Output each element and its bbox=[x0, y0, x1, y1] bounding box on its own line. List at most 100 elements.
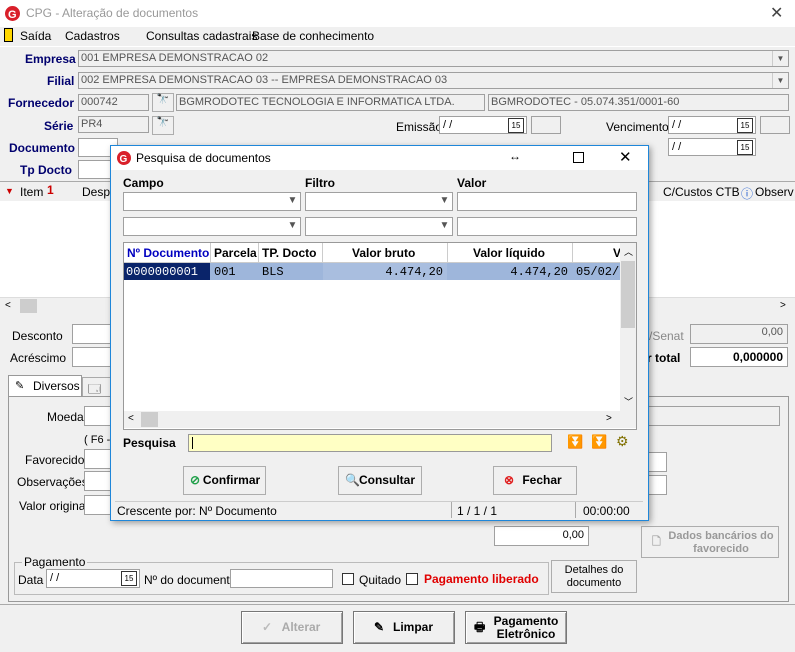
title-bar: G CPG - Alteração de documentos ✕ bbox=[0, 0, 795, 27]
pesquisa-input[interactable] bbox=[188, 434, 552, 452]
close-icon[interactable]: ✕ bbox=[770, 3, 783, 23]
valor-input-1[interactable] bbox=[457, 192, 637, 211]
valor-original-field[interactable] bbox=[84, 495, 112, 515]
valor-label: Valor bbox=[457, 176, 487, 190]
menu-bar: Saída Cadastros Consultas cadastrais Bas… bbox=[0, 27, 795, 47]
fornecedor-label: Fornecedor bbox=[8, 96, 75, 110]
svg-text:G: G bbox=[120, 154, 128, 165]
acrescimo-field[interactable] bbox=[72, 347, 112, 367]
desconto-label: Desconto bbox=[12, 329, 63, 343]
dados-bancarios-button[interactable]: 🗋 Dados bancários do favorecido bbox=[641, 526, 779, 558]
pagamento-eletronico-button[interactable]: 🖶 Pagamento Eletrônico bbox=[465, 611, 567, 644]
confirmar-button[interactable]: ⊘ Confirmar bbox=[183, 466, 266, 495]
binoculars-icon[interactable]: 🔭 bbox=[152, 116, 174, 135]
col-ndocumento[interactable]: Nº Documento bbox=[127, 246, 209, 260]
expand-down-red-icon[interactable]: ⏬ bbox=[591, 434, 607, 450]
campo-select-2[interactable]: ▼ bbox=[123, 217, 301, 236]
col-custos[interactable]: C/Custos CTB bbox=[663, 185, 740, 199]
tab-other[interactable]: 🗔 bbox=[82, 377, 112, 397]
arrow-down-icon: ▼ bbox=[5, 186, 14, 196]
menu-saida[interactable]: Saída bbox=[20, 29, 51, 43]
calendar-icon: 15 bbox=[737, 140, 753, 155]
check-circle-icon: ⊘ bbox=[190, 473, 201, 487]
observacoes-field[interactable] bbox=[84, 471, 112, 491]
valor-field[interactable]: 0,00 bbox=[494, 526, 589, 546]
window-title: CPG - Alteração de documentos bbox=[26, 6, 199, 20]
maximize-icon[interactable] bbox=[573, 152, 584, 163]
emissao-date[interactable]: / /15 bbox=[439, 116, 527, 134]
results-vscroll[interactable]: ︿ ﹀ bbox=[620, 243, 636, 411]
senat-field: 0,00 bbox=[690, 324, 788, 344]
settings-icon[interactable]: ⚙ bbox=[616, 433, 629, 450]
col-obs[interactable]: Observ bbox=[755, 185, 794, 199]
moeda-desc bbox=[647, 406, 780, 426]
empresa-select[interactable]: 001 EMPRESA DEMONSTRACAO 02 ▼ bbox=[78, 50, 789, 67]
status-time: 00:00:00 bbox=[583, 504, 630, 518]
fechar-button[interactable]: ⊗ Fechar bbox=[493, 466, 577, 495]
table-row[interactable]: 0000000001 001 BLS 4.474,20 4.474,20 05/… bbox=[124, 263, 620, 280]
col-tpdocto[interactable]: TP. Docto bbox=[262, 246, 316, 260]
desconto-field[interactable] bbox=[72, 324, 112, 344]
filtro-select-1[interactable]: ▼ bbox=[305, 192, 453, 211]
quitado-label: Quitado bbox=[359, 573, 402, 587]
favorecido-extra[interactable] bbox=[647, 452, 667, 472]
filial-select[interactable]: 002 EMPRESA DEMONSTRACAO 03 -- EMPRESA D… bbox=[78, 72, 789, 89]
svg-text:G: G bbox=[8, 9, 17, 21]
chevron-down-icon: ﹀ bbox=[624, 397, 634, 407]
original-date[interactable]: / /15 bbox=[668, 138, 756, 156]
detalhes-button[interactable]: Detalhes do documento bbox=[551, 560, 637, 593]
serie-label: Série bbox=[44, 119, 74, 133]
serie-field[interactable]: PR4 bbox=[78, 116, 149, 133]
col-valor-bruto[interactable]: Valor bruto bbox=[352, 246, 415, 260]
document-icon: 🗋 bbox=[652, 536, 661, 548]
moeda-field[interactable] bbox=[84, 406, 112, 426]
campo-select-1[interactable]: ▼ bbox=[123, 192, 301, 211]
ndoc-field[interactable] bbox=[230, 569, 333, 588]
cell-venc: 05/02/ bbox=[576, 265, 620, 279]
filtro-select-2[interactable]: ▼ bbox=[305, 217, 453, 236]
cell-doc: 0000000001 bbox=[124, 263, 210, 280]
pencil-icon: ✎ bbox=[15, 380, 25, 392]
fornecedor-code[interactable]: 000742 bbox=[78, 94, 149, 111]
menu-consultas[interactable]: Consultas cadastrais bbox=[146, 29, 257, 43]
search-icon: 🔍 bbox=[345, 473, 360, 487]
vencimento-date[interactable]: / /15 bbox=[668, 116, 756, 134]
vencimento-label: Vencimento bbox=[606, 120, 669, 134]
chevron-up-icon: ︿ bbox=[624, 247, 634, 257]
documento-label: Documento bbox=[9, 141, 75, 155]
tab-diversos[interactable]: ✎ Diversos bbox=[8, 375, 82, 397]
liberado-label: Pagamento liberado bbox=[424, 572, 539, 586]
calendar-icon: 15 bbox=[737, 118, 753, 133]
separator bbox=[0, 604, 795, 605]
emissao-extra bbox=[531, 116, 561, 134]
results-hscroll[interactable]: < > bbox=[124, 411, 636, 428]
col-item[interactable]: Item bbox=[20, 185, 43, 199]
fornecedor-cnpj: BGMRODOTEC - 05.074.351/0001-60 bbox=[488, 94, 789, 111]
alterar-button[interactable]: ✓ Alterar bbox=[241, 611, 343, 644]
col-valor-liquido[interactable]: Valor líquido bbox=[473, 246, 545, 260]
limpar-button[interactable]: ✎ Limpar bbox=[353, 611, 455, 644]
dialog-title-bar: G Pesquisa de documentos ↔ ✕ bbox=[111, 146, 648, 170]
expand-down-icon[interactable]: ⏬ bbox=[567, 434, 583, 450]
filtro-label: Filtro bbox=[305, 176, 335, 190]
quitado-checkbox[interactable] bbox=[342, 573, 354, 585]
status-position: 1 / 1 / 1 bbox=[457, 504, 498, 518]
menu-base-conhecimento[interactable]: Base de conhecimento bbox=[252, 29, 374, 43]
pagamento-date[interactable]: / /15 bbox=[46, 569, 140, 588]
cell-parcela: 001 bbox=[214, 265, 236, 279]
moeda-label: Moeda bbox=[47, 410, 84, 424]
app-logo-icon: G bbox=[117, 151, 131, 165]
close-icon[interactable]: ✕ bbox=[619, 148, 632, 166]
resize-icon[interactable]: ↔ bbox=[509, 149, 521, 163]
ndoc-label: Nº do documento bbox=[144, 573, 237, 587]
consultar-button[interactable]: 🔍 Consultar bbox=[338, 466, 422, 495]
printer-icon: 🖶 bbox=[474, 620, 486, 634]
status-bar: Crescente por: Nº Documento 1 / 1 / 1 00… bbox=[115, 501, 643, 518]
obs-extra[interactable] bbox=[647, 475, 667, 495]
favorecido-field[interactable] bbox=[84, 449, 112, 469]
binoculars-icon[interactable]: 🔭 bbox=[152, 93, 174, 112]
valor-input-2[interactable] bbox=[457, 217, 637, 236]
menu-cadastros[interactable]: Cadastros bbox=[65, 29, 120, 43]
col-parcela[interactable]: Parcela bbox=[214, 246, 257, 260]
liberado-checkbox[interactable] bbox=[406, 573, 418, 585]
